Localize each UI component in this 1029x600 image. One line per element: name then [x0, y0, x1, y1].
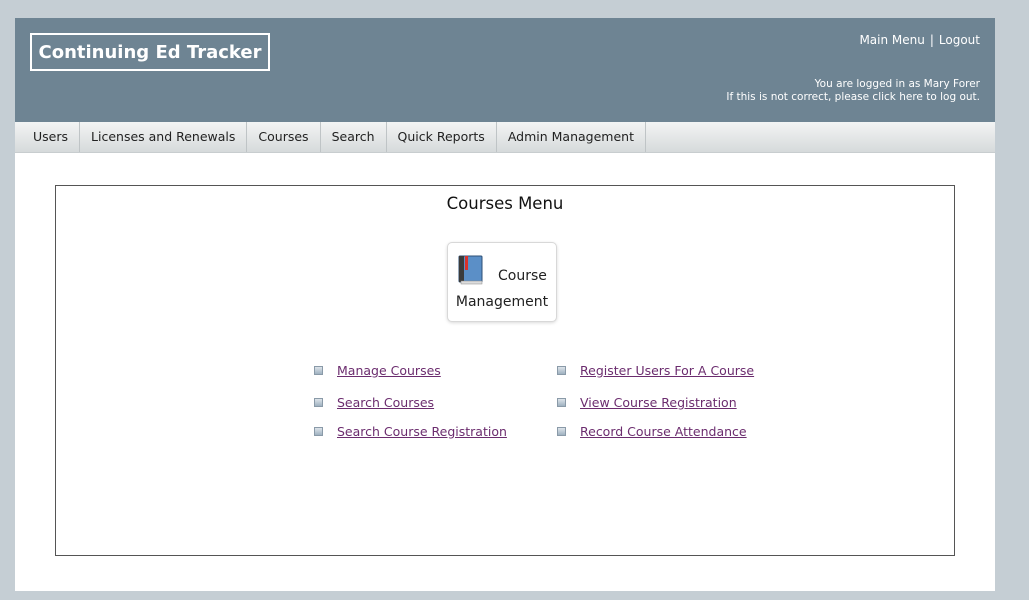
login-correction-text: If this is not correct, please click her… [726, 91, 980, 104]
app-logo[interactable]: Continuing Ed Tracker [30, 33, 270, 71]
nav-item-quick-reports[interactable]: Quick Reports [387, 122, 497, 152]
login-correction-pre: If this is not correct, please click [726, 91, 900, 103]
login-info: You are logged in as Mary Forer If this … [726, 78, 980, 104]
nav-item-users[interactable]: Users [15, 122, 81, 152]
nav-item-licenses-and-renewals[interactable]: Licenses and Renewals [80, 122, 248, 152]
top-links: Main Menu | Logout [859, 33, 980, 47]
search-course-registration-link[interactable]: Search Course Registration [337, 424, 507, 439]
courses-menu-panel: Courses Menu Course Management Manage Co… [55, 185, 955, 556]
module-label-line2: Management [455, 294, 549, 310]
page-container: Continuing Ed Tracker Main Menu | Logout Y… [15, 18, 995, 591]
record-course-attendance-link[interactable]: Record Course Attendance [580, 424, 747, 439]
nav-item-admin-management[interactable]: Admin Management [497, 122, 646, 152]
header: Continuing Ed Tracker Main Menu | Logout Y… [15, 18, 995, 122]
main-menu-link[interactable]: Main Menu [859, 33, 924, 47]
bullet-icon [314, 398, 323, 407]
logout-here-link[interactable]: here [899, 91, 923, 103]
panel-title: Courses Menu [446, 194, 564, 213]
logout-link[interactable]: Logout [939, 33, 980, 47]
nav-item-search[interactable]: Search [321, 122, 387, 152]
bullet-icon [557, 427, 566, 436]
main-nav: Users Licenses and Renewals Courses Sear… [15, 122, 995, 153]
module-label-line1: Course [498, 268, 547, 284]
login-status-text: You are logged in as Mary Forer [814, 78, 980, 90]
login-correction-post: to log out. [922, 91, 980, 103]
bullet-icon [557, 366, 566, 375]
search-courses-link[interactable]: Search Courses [337, 395, 434, 410]
bullet-icon [557, 398, 566, 407]
book-icon [458, 255, 484, 289]
view-course-registration-link[interactable]: View Course Registration [580, 395, 737, 410]
bullet-icon [314, 427, 323, 436]
register-users-link[interactable]: Register Users For A Course [580, 363, 754, 378]
manage-courses-link[interactable]: Manage Courses [337, 363, 441, 378]
bullet-icon [314, 366, 323, 375]
top-links-separator: | [929, 33, 934, 47]
nav-item-courses[interactable]: Courses [247, 122, 321, 152]
course-management-button[interactable]: Course Management [447, 242, 557, 322]
